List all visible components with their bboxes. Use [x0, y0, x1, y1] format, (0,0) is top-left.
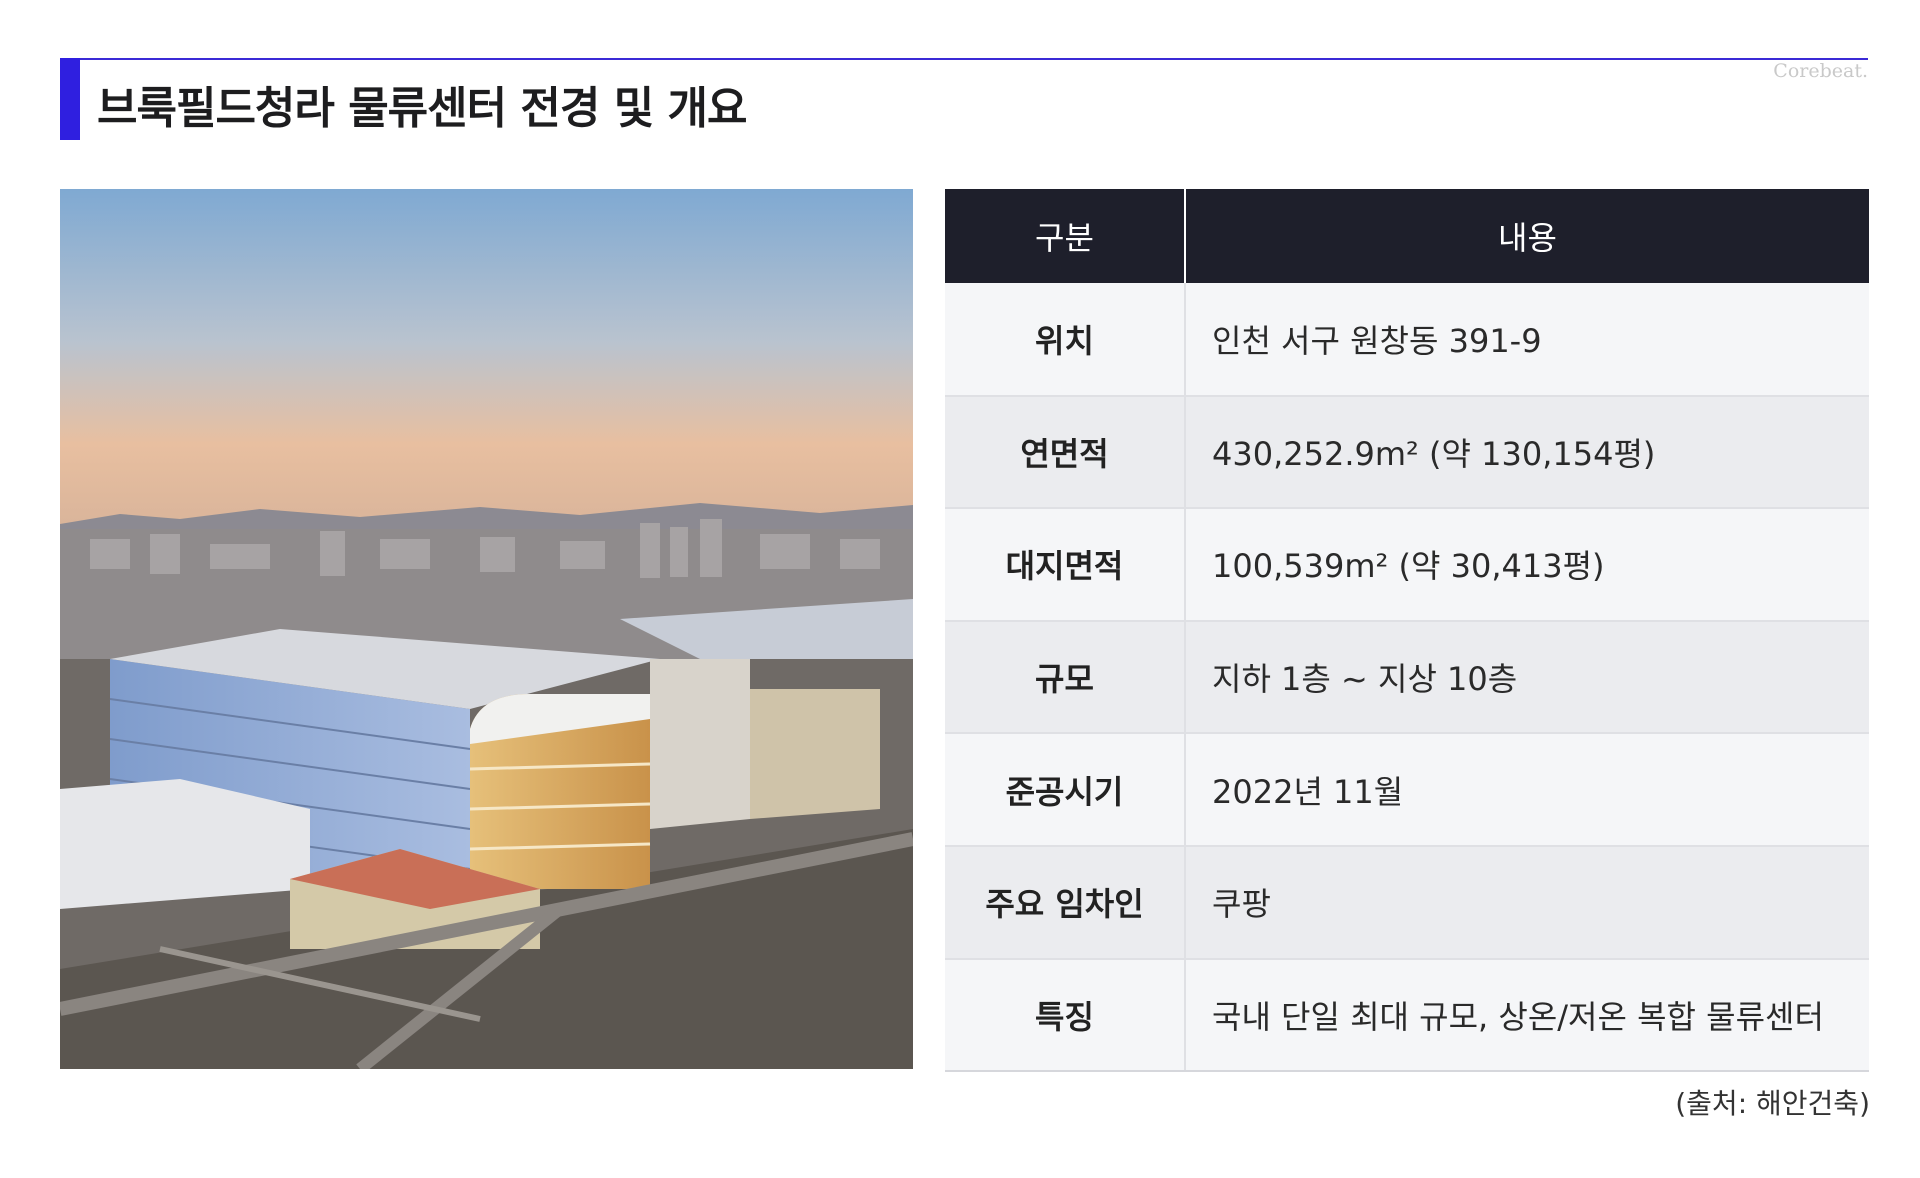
table-header-row: 구분 내용 [945, 189, 1869, 283]
table-row: 주요 임차인 쿠팡 [945, 845, 1869, 960]
logistics-center-photo [60, 189, 913, 1069]
row-value-feature: 국내 단일 최대 규모, 상온/저온 복합 물류센터 [1185, 958, 1869, 1073]
row-value-floor-area: 430,252.9m² (약 130,154평) [1185, 395, 1869, 510]
title-accent-bar [60, 58, 80, 140]
row-label-scale: 규모 [945, 620, 1186, 735]
row-label-location: 위치 [945, 283, 1186, 397]
table-row: 규모 지하 1층 ~ 지상 10층 [945, 620, 1869, 735]
row-label-site-area: 대지면적 [945, 508, 1186, 622]
row-label-completion: 준공시기 [945, 733, 1186, 847]
overview-table: 구분 내용 위치 인천 서구 원창동 391-9 연면적 430,252.9m²… [945, 189, 1869, 1073]
row-value-site-area: 100,539m² (약 30,413평) [1185, 508, 1869, 622]
row-value-completion: 2022년 11월 [1185, 733, 1869, 847]
page-title: 브룩필드청라 물류센터 전경 및 개요 [97, 83, 747, 134]
top-divider [60, 58, 1868, 60]
table-row: 대지면적 100,539m² (약 30,413평) [945, 508, 1869, 622]
row-value-tenant: 쿠팡 [1185, 845, 1869, 960]
table-row: 준공시기 2022년 11월 [945, 733, 1869, 847]
row-value-location: 인천 서구 원창동 391-9 [1185, 283, 1869, 397]
row-label-feature: 특징 [945, 958, 1186, 1073]
row-value-scale: 지하 1층 ~ 지상 10층 [1185, 620, 1869, 735]
row-label-floor-area: 연면적 [945, 395, 1186, 510]
header-content: 내용 [1185, 189, 1869, 283]
table-row: 위치 인천 서구 원창동 391-9 [945, 283, 1869, 397]
table-row: 특징 국내 단일 최대 규모, 상온/저온 복합 물류센터 [945, 958, 1869, 1073]
header-category: 구분 [945, 189, 1186, 283]
row-label-tenant: 주요 임차인 [945, 845, 1186, 960]
table-row: 연면적 430,252.9m² (약 130,154평) [945, 395, 1869, 510]
source-note: (출처: 해안건축) [1675, 1087, 1870, 1120]
brand-watermark: Corebeat. [1773, 60, 1868, 82]
